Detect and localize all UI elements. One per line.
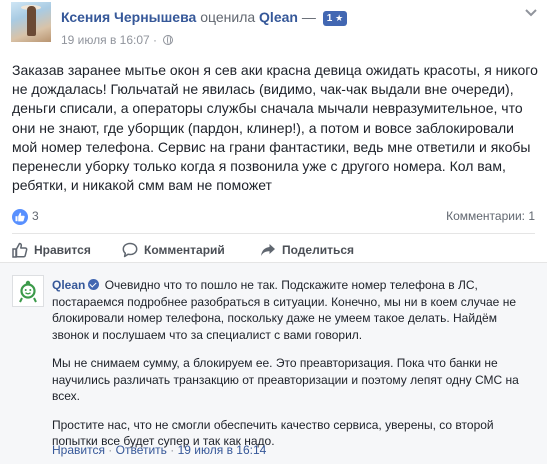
review-text: Заказав заранее мытье окон я сев аки кра… — [12, 62, 538, 194]
comment-icon — [122, 242, 138, 258]
qlean-logo-icon[interactable] — [12, 275, 44, 307]
divider — [12, 233, 535, 234]
avatar-figure-shape — [27, 6, 36, 36]
comment-actions: Нравится · Ответить · 19 июля в 16:14 — [52, 443, 266, 457]
post-actions-bar: Нравится Комментарий Поделиться — [0, 242, 547, 262]
comment-date-link[interactable]: 19 июля в 16:14 — [178, 443, 267, 457]
meta-separator: · — [153, 33, 158, 47]
share-icon — [260, 242, 276, 258]
like-button-label: Нравится — [34, 243, 91, 257]
comments-section: Qlean Очевидно что то пошло не так. Подс… — [0, 262, 547, 464]
comment-paragraph: Мы не снимаем сумму, а блокируем ее. Это… — [52, 356, 519, 403]
like-icon — [12, 242, 28, 258]
post-meta: 19 июля в 16:07 · — [61, 33, 174, 47]
post-header: Ксения Чернышева оценила Qlean — 1 ★ — [61, 9, 348, 26]
rating-badge: 1 ★ — [322, 11, 348, 26]
comment-like-link[interactable]: Нравится — [52, 443, 105, 457]
share-button-label: Поделиться — [282, 243, 355, 257]
comment-paragraph: Qlean Очевидно что то пошло не так. Подс… — [52, 277, 532, 343]
rated-text: оценила — [200, 9, 256, 25]
like-button[interactable]: Нравится — [12, 242, 91, 258]
comments-count-link[interactable]: Комментарии: 1 — [446, 209, 535, 223]
thumbs-up-icon[interactable] — [12, 209, 28, 225]
share-button[interactable]: Поделиться — [260, 242, 354, 258]
globe-icon[interactable] — [163, 35, 174, 45]
post-date-link[interactable]: 19 июля в 16:07 — [61, 33, 150, 47]
likes-count[interactable]: 3 — [32, 209, 39, 223]
comment-button[interactable]: Комментарий — [122, 242, 225, 258]
author-avatar[interactable] — [11, 2, 51, 42]
comment-reply-link[interactable]: Ответить — [116, 443, 167, 457]
rating-value: 1 — [326, 13, 333, 24]
review-post: Ксения Чернышева оценила Qlean — 1 ★ 19 … — [0, 0, 547, 464]
author-name[interactable]: Ксения Чернышева — [61, 9, 196, 25]
verified-badge-icon — [88, 279, 100, 290]
dash-separator: — — [301, 9, 316, 25]
comment-body: Qlean Очевидно что то пошло не так. Подс… — [52, 277, 532, 462]
chevron-down-icon[interactable] — [525, 6, 537, 20]
comment-actions-separator: · — [108, 443, 113, 457]
comment-button-label: Комментарий — [144, 243, 225, 257]
page-name-link[interactable]: Qlean — [259, 9, 298, 25]
comment-author-link[interactable]: Qlean — [52, 278, 85, 292]
star-icon: ★ — [335, 13, 344, 23]
comment-actions-separator: · — [170, 443, 175, 457]
comment-text-1: Очевидно что то пошло не так. Подскажите… — [52, 278, 516, 342]
